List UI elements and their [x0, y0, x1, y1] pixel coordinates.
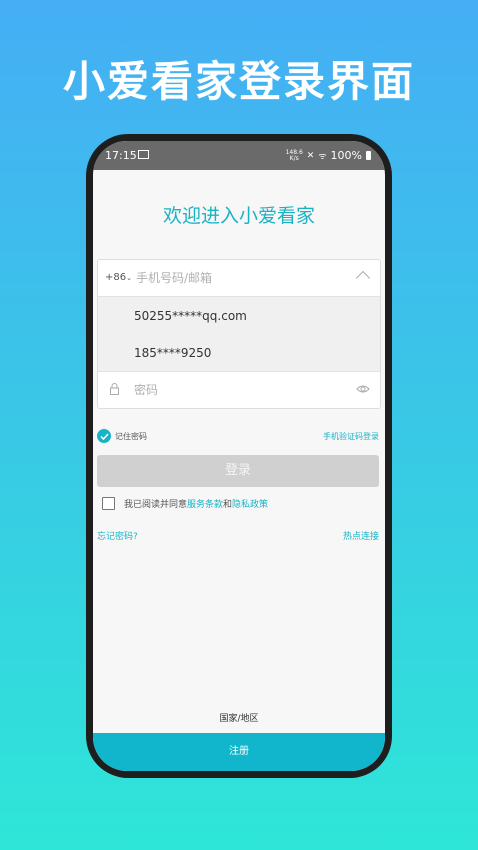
wifi-signal-icon: ᯤ	[318, 152, 327, 162]
battery-percent: 100%	[330, 149, 362, 162]
phone-frame: 17:15 148.6 K/s ✕ ᯤ 100% 欢迎进入小爱看家 +86⌄ 手…	[86, 134, 392, 778]
battery-icon	[366, 151, 371, 160]
sms-login-link[interactable]: 手机验证码登录	[323, 431, 379, 442]
saved-account-item[interactable]: 50255*****qq.com	[134, 309, 247, 323]
phone-input[interactable]	[136, 268, 336, 288]
hotspot-connect-link[interactable]: 热点连接	[343, 529, 379, 542]
agreement-checkbox[interactable]	[102, 497, 115, 510]
remember-password-label: 记住密码	[115, 431, 147, 441]
region-selector[interactable]: 国家/地区	[93, 711, 385, 724]
status-icons: 148.6 K/s ✕ ᯤ 100%	[286, 149, 371, 162]
phone-row: +86⌄	[98, 260, 380, 297]
lock-icon	[110, 383, 119, 395]
chevron-up-icon[interactable]	[355, 270, 371, 286]
forgot-password-link[interactable]: 忘记密码?	[97, 529, 138, 542]
check-icon	[97, 429, 111, 443]
password-input[interactable]	[134, 380, 334, 400]
register-button[interactable]: 注册	[93, 733, 385, 771]
login-form: +86⌄ 50255*****qq.com 185****9250	[97, 259, 381, 409]
status-bar: 17:15 148.6 K/s ✕ ᯤ 100%	[93, 141, 385, 170]
country-code-value: +86	[105, 272, 127, 283]
gallery-notification-icon	[138, 150, 149, 159]
remember-password-toggle[interactable]: 记住密码	[97, 429, 147, 443]
network-speed-unit: K/s	[289, 154, 299, 162]
agreement-row: 我已阅读并同意 服务条款 和 隐私政策	[102, 497, 268, 510]
password-row	[98, 372, 380, 408]
app-screen: 17:15 148.6 K/s ✕ ᯤ 100% 欢迎进入小爱看家 +86⌄ 手…	[93, 141, 385, 771]
country-code-selector[interactable]: +86⌄	[105, 272, 132, 283]
saved-account-item[interactable]: 185****9250	[134, 346, 211, 360]
agreement-and: 和	[223, 500, 233, 510]
terms-link[interactable]: 服务条款	[187, 497, 223, 510]
promo-title: 小爱看家登录界面	[62, 57, 415, 106]
agreement-prefix: 我已阅读并同意	[124, 500, 188, 510]
network-speed: 148.6 K/s	[286, 149, 303, 162]
privacy-link[interactable]: 隐私政策	[232, 497, 268, 510]
welcome-title: 欢迎进入小爱看家	[162, 205, 315, 227]
eye-icon[interactable]	[356, 384, 370, 394]
mute-icon: ✕	[306, 150, 315, 161]
status-time: 17:15	[105, 149, 137, 162]
login-button[interactable]: 登录	[97, 455, 379, 487]
saved-accounts-dropdown: 50255*****qq.com 185****9250	[98, 297, 380, 372]
chevron-down-icon: ⌄	[126, 274, 132, 282]
